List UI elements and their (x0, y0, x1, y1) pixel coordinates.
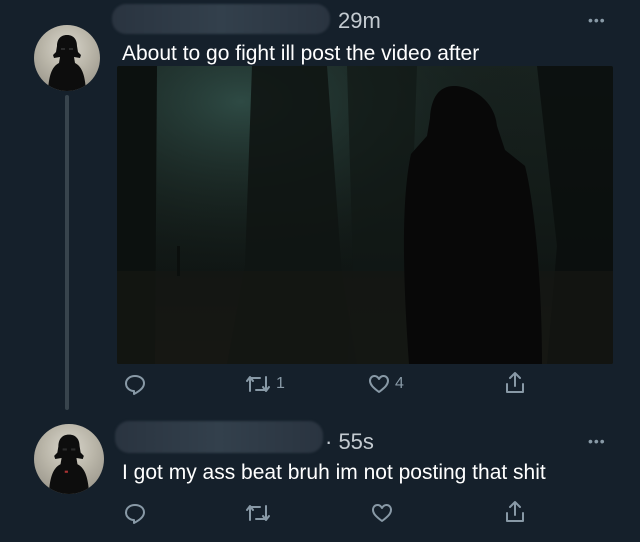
share-button[interactable] (503, 370, 531, 396)
like-count: 4 (395, 375, 404, 392)
forest-scene-image (117, 66, 613, 364)
like-button[interactable]: 4 (367, 372, 404, 396)
share-icon (506, 372, 524, 393)
share-button[interactable] (503, 499, 531, 525)
retweet-button[interactable]: 1 (244, 372, 285, 396)
reply-button[interactable] (123, 501, 151, 525)
heart-icon (369, 375, 389, 393)
avatar[interactable] (34, 424, 104, 494)
retweet-button[interactable] (244, 501, 276, 525)
tweet-timestamp: · 55s (325, 429, 374, 454)
tweet-timestamp: 29m (338, 8, 381, 33)
reply-button[interactable] (123, 372, 151, 396)
more-dots-icon[interactable]: ••• (588, 12, 606, 28)
heart-icon (372, 504, 392, 522)
reply-icon (125, 375, 145, 395)
thread-line (65, 95, 69, 410)
blurred-username (115, 421, 323, 453)
tweet-text: I got my ass beat bruh im not posting th… (122, 461, 546, 484)
tweet-image[interactable] (117, 66, 613, 364)
retweet-count: 1 (276, 375, 285, 392)
vader-avatar-image (48, 434, 90, 494)
more-dots-icon[interactable]: ••• (588, 433, 606, 449)
vader-avatar-image (48, 35, 86, 91)
blurred-username (112, 4, 330, 34)
avatar[interactable] (34, 25, 100, 91)
like-button[interactable] (370, 501, 398, 525)
reply-icon (125, 504, 145, 524)
tweet-text: About to go fight ill post the video aft… (122, 42, 480, 65)
retweet-icon (246, 505, 270, 521)
retweet-icon (246, 376, 270, 392)
share-icon (506, 501, 524, 522)
